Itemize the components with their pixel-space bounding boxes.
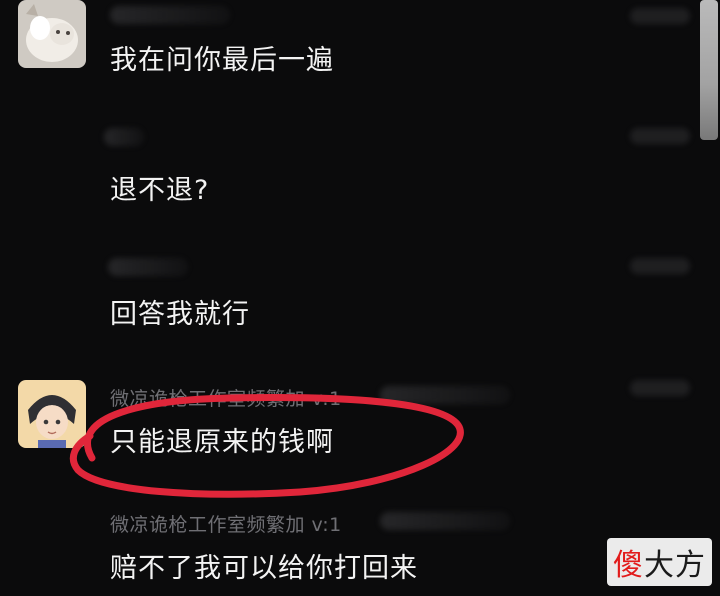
- sender-redacted: [380, 512, 510, 530]
- sender-name: 微凉诡枪工作室频繁加 v:1: [110, 514, 342, 536]
- sender-redacted: [380, 386, 510, 404]
- timestamp-redacted: [630, 380, 690, 396]
- message-text: 退不退?: [110, 175, 210, 206]
- message-text: 赔不了我可以给你打回来: [110, 553, 418, 584]
- message-text: 我在问你最后一遍: [110, 45, 334, 76]
- sender-redacted: [108, 258, 188, 276]
- cat-avatar-icon: [18, 0, 86, 68]
- timestamp-redacted: [630, 258, 690, 274]
- scrollbar-thumb[interactable]: [700, 0, 718, 140]
- character-avatar-icon: [18, 380, 86, 448]
- watermark-part-b: 大方: [644, 548, 706, 583]
- avatar-character[interactable]: [18, 380, 86, 448]
- chat-screen: 我在问你最后一遍 退不退? 回答我就行 微凉诡枪工作室频繁加 v:1 只能退原来…: [0, 0, 720, 596]
- timestamp-redacted: [630, 8, 690, 24]
- message-text: 只能退原来的钱啊: [110, 427, 334, 458]
- red-annotation-circle: [69, 394, 464, 498]
- sender-name: 微凉诡枪工作室频繁加 v:1: [110, 388, 342, 410]
- timestamp-redacted: [630, 128, 690, 144]
- watermark-logo: 傻大方: [607, 538, 712, 586]
- sender-redacted: [110, 6, 230, 24]
- sender-redacted: [104, 128, 144, 146]
- watermark-part-a: 傻: [613, 548, 644, 583]
- avatar-cat[interactable]: [18, 0, 86, 68]
- message-text: 回答我就行: [110, 299, 250, 330]
